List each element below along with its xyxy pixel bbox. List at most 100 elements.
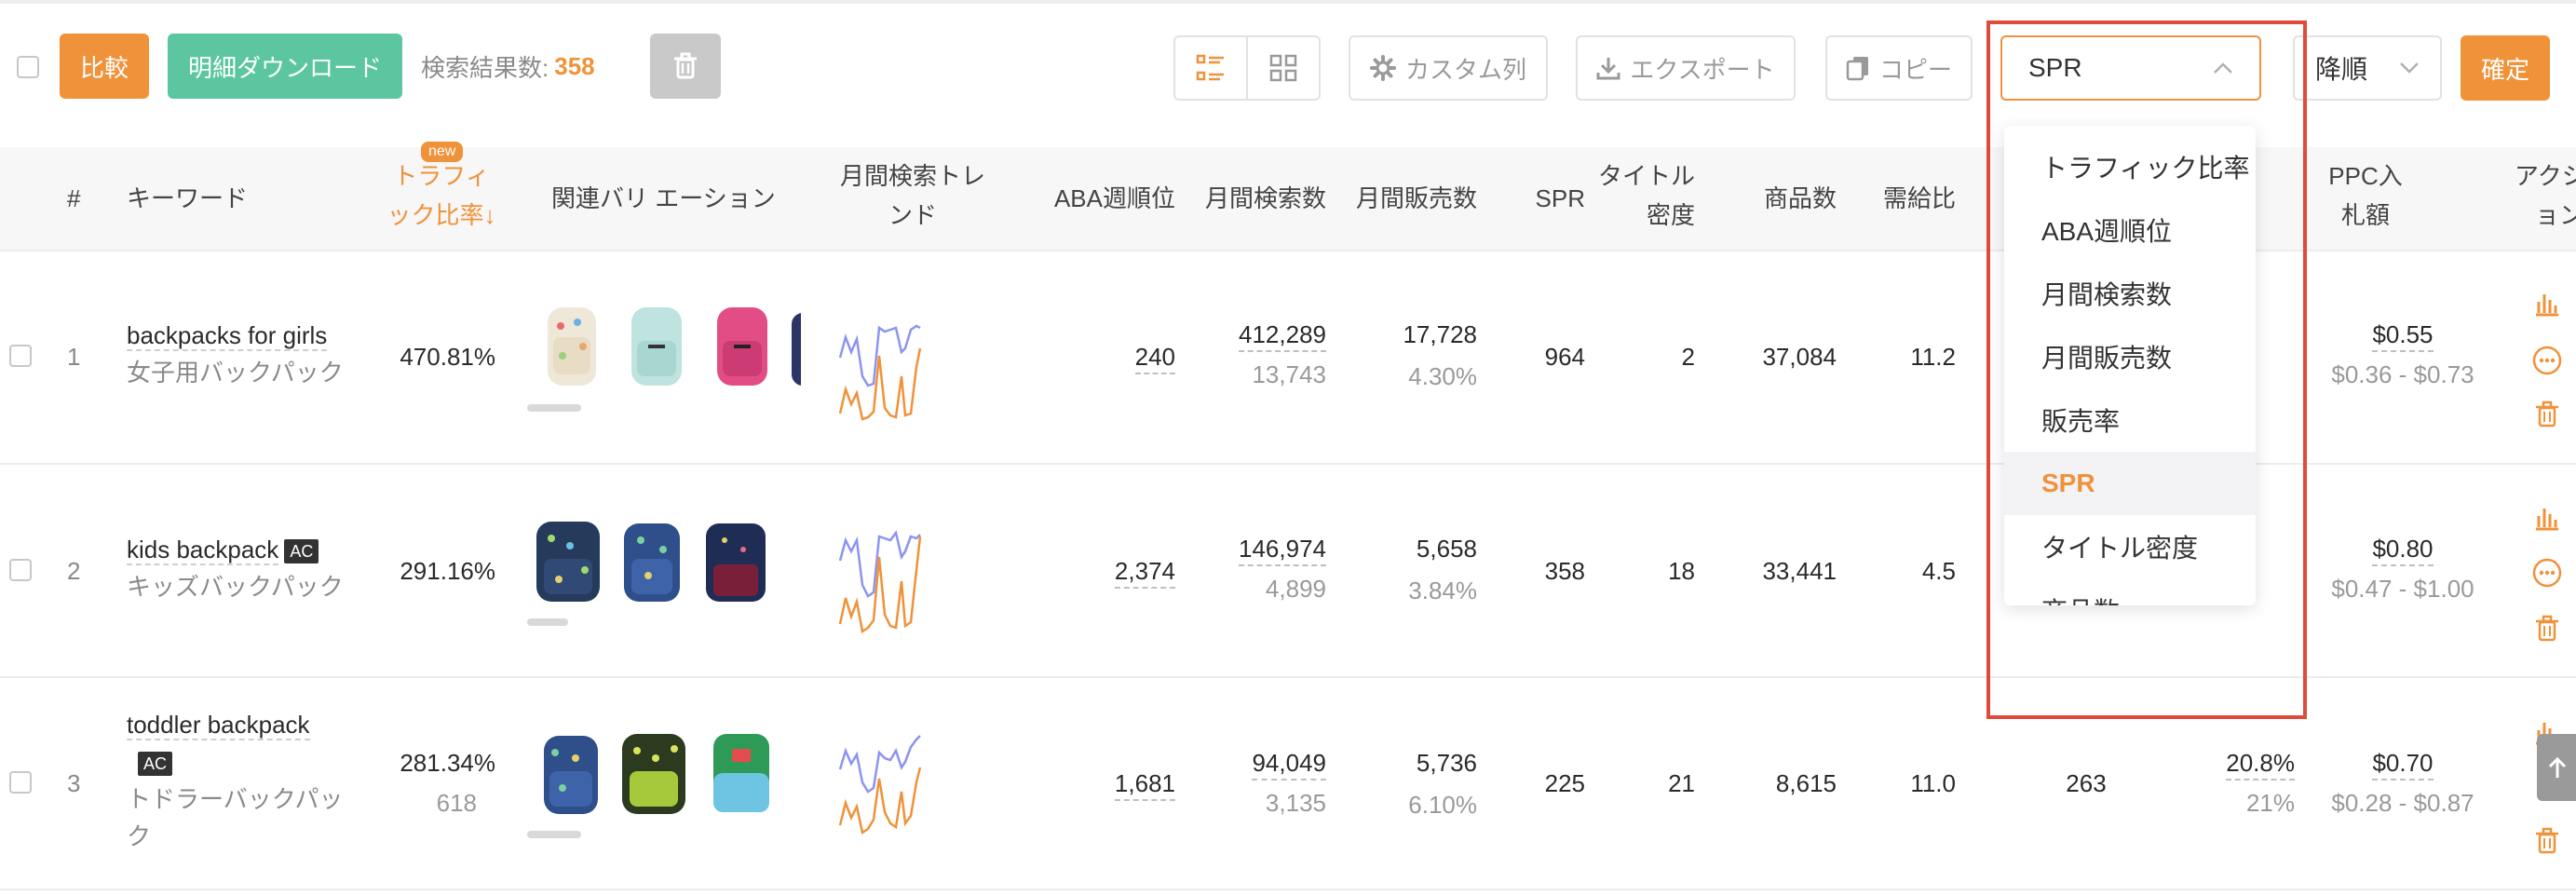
sort-order-value: 降順 (2315, 55, 2368, 84)
export-button[interactable]: エクスポート (1576, 35, 1796, 101)
download-details-button[interactable]: 明細ダウンロード (168, 34, 402, 99)
list-view-icon (1196, 54, 1224, 81)
variation-thumbnails (542, 304, 801, 391)
row-checkbox[interactable] (9, 771, 32, 794)
back-to-top-button[interactable] (2537, 734, 2576, 801)
ppc-bid-value[interactable]: $0.55 (2372, 320, 2434, 352)
ppc-bid-value[interactable]: $0.70 (2372, 749, 2434, 781)
row-checkbox[interactable] (9, 345, 32, 367)
monthly-search-sub: 4,899 (1265, 575, 1326, 603)
more-options-icon[interactable] (2531, 557, 2563, 589)
col-trend-line2: ンド (888, 201, 937, 229)
keyword-en[interactable]: kids backpack (127, 536, 279, 565)
product-thumbnail[interactable] (536, 522, 600, 602)
thumbnail-scrollbar[interactable] (527, 404, 581, 412)
product-thumbnail[interactable] (631, 307, 682, 386)
traffic-ratio: 281.34% 618 (373, 749, 495, 818)
product-thumbnail[interactable] (717, 307, 767, 386)
col-variations: 関連バリ エーション (551, 184, 776, 212)
col-traffic-sort[interactable]: トラフィ ック比率↓ (376, 156, 507, 235)
col-products[interactable]: 商品数 (1742, 179, 1837, 218)
monthly-search-value[interactable]: 146,974 (1239, 535, 1326, 566)
product-thumbnail[interactable] (624, 523, 680, 602)
monthly-search: 146,974 4,899 (1192, 535, 1326, 604)
thumbnail-scrollbar[interactable] (527, 831, 581, 838)
products-value: 8,615 (1775, 769, 1837, 797)
keyword-en[interactable]: toddler backpack (127, 711, 310, 740)
keyword-en[interactable]: backpacks for girls (127, 321, 328, 351)
supply-ratio-value: 4.5 (1921, 557, 1956, 585)
sort-order-select[interactable]: 降順 (2293, 35, 2442, 101)
col-trend-line1: 月間検索トレ (839, 162, 985, 190)
monthly-search: 94,049 3,135 (1192, 749, 1326, 818)
col-title-density-line2: 密度 (1646, 201, 1695, 229)
thumbnail-scrollbar[interactable] (527, 618, 568, 626)
delete-row-icon[interactable] (2535, 615, 2559, 643)
col-monthly-search[interactable]: 月間検索数 (1192, 179, 1326, 218)
chart-icon[interactable] (2533, 505, 2561, 531)
monthly-search-value[interactable]: 94,049 (1252, 749, 1326, 781)
ac-badge: AC (284, 539, 319, 564)
col-ppc[interactable]: PPC入 札額 (2310, 156, 2421, 235)
aba-rank-value[interactable]: 240 (1134, 343, 1175, 374)
chevron-down-icon (2400, 62, 2419, 74)
traffic-ratio-value: 281.34% (400, 749, 495, 777)
monthly-sales-sub: 4.30% (1408, 362, 1477, 390)
result-label: 検索結果数: (421, 53, 549, 82)
monthly-sales-value: 17,728 (1403, 320, 1477, 348)
aba-rank: 2,374 (1080, 557, 1175, 589)
ppc-bid-range: $0.47 - $1.00 (2331, 575, 2474, 603)
hidden-col-count: 263 (2066, 769, 2107, 797)
col-actions-line1: アクシ (2515, 162, 2576, 190)
keyword-jp: トドラーバックパッ (127, 785, 344, 813)
row-index: 2 (67, 557, 81, 585)
aba-rank: 240 (1080, 343, 1175, 374)
more-options-icon[interactable] (2531, 345, 2563, 376)
monthly-sales: 5,736 6.10% (1341, 749, 1477, 820)
products-value: 37,084 (1762, 343, 1837, 371)
hidden-col-pct-value[interactable]: 20.8% (2226, 749, 2295, 781)
select-all-checkbox[interactable] (17, 56, 39, 78)
highlight-frame (1986, 20, 2307, 719)
keyword-jp: キッズバックパック (127, 573, 344, 601)
monthly-search-value[interactable]: 412,289 (1239, 320, 1326, 352)
col-supply-ratio[interactable]: 需給比 (1872, 179, 1956, 218)
copy-label: コピー (1878, 55, 1952, 84)
delete-row-icon[interactable] (2535, 400, 2559, 428)
row-checkbox[interactable] (9, 559, 32, 581)
compare-button[interactable]: 比較 (60, 34, 149, 99)
product-thumbnail[interactable] (622, 734, 685, 814)
custom-columns-button[interactable]: カスタム列 (1349, 35, 1548, 101)
keyword-jp-cont: ク (127, 822, 152, 850)
supply-ratio-value: 11.2 (1910, 343, 1956, 371)
spr-value: 964 (1544, 343, 1585, 371)
row-divider (0, 889, 2576, 890)
aba-rank-value[interactable]: 1,681 (1114, 769, 1175, 801)
ac-badge: AC (138, 752, 173, 777)
col-title-density[interactable]: タイトル 密度 (1583, 156, 1695, 235)
chart-icon[interactable] (2533, 291, 2561, 317)
col-aba[interactable]: ABA週順位 (1024, 179, 1175, 218)
monthly-sales-sub: 3.84% (1408, 577, 1477, 604)
title-density-value: 21 (1668, 769, 1695, 797)
aba-rank-value[interactable]: 2,374 (1114, 557, 1175, 589)
list-view-button[interactable] (1175, 37, 1246, 99)
ppc-bid: $0.70 $0.28 - $0.87 (2291, 749, 2515, 818)
ppc-bid-value[interactable]: $0.80 (2372, 535, 2434, 566)
delete-button[interactable] (650, 34, 721, 99)
product-thumbnail[interactable] (548, 307, 596, 386)
product-thumbnail[interactable] (544, 736, 598, 814)
confirm-button[interactable]: 確定 (2461, 35, 2550, 101)
product-thumbnail[interactable] (706, 523, 766, 602)
delete-row-icon[interactable] (2535, 827, 2559, 855)
grid-view-button[interactable] (1246, 37, 1319, 99)
col-title-density-line1: タイトル (1597, 162, 1695, 190)
col-actions: アクシ ョン (2515, 156, 2576, 235)
col-monthly-sales[interactable]: 月間販売数 (1341, 179, 1477, 218)
copy-button[interactable]: コピー (1825, 35, 1973, 101)
products-value: 33,441 (1762, 557, 1837, 585)
product-thumbnail[interactable] (792, 313, 801, 386)
col-spr[interactable]: SPR (1527, 179, 1585, 218)
product-thumbnail[interactable] (713, 734, 769, 812)
col-actions-line2: ョン (2535, 201, 2576, 229)
